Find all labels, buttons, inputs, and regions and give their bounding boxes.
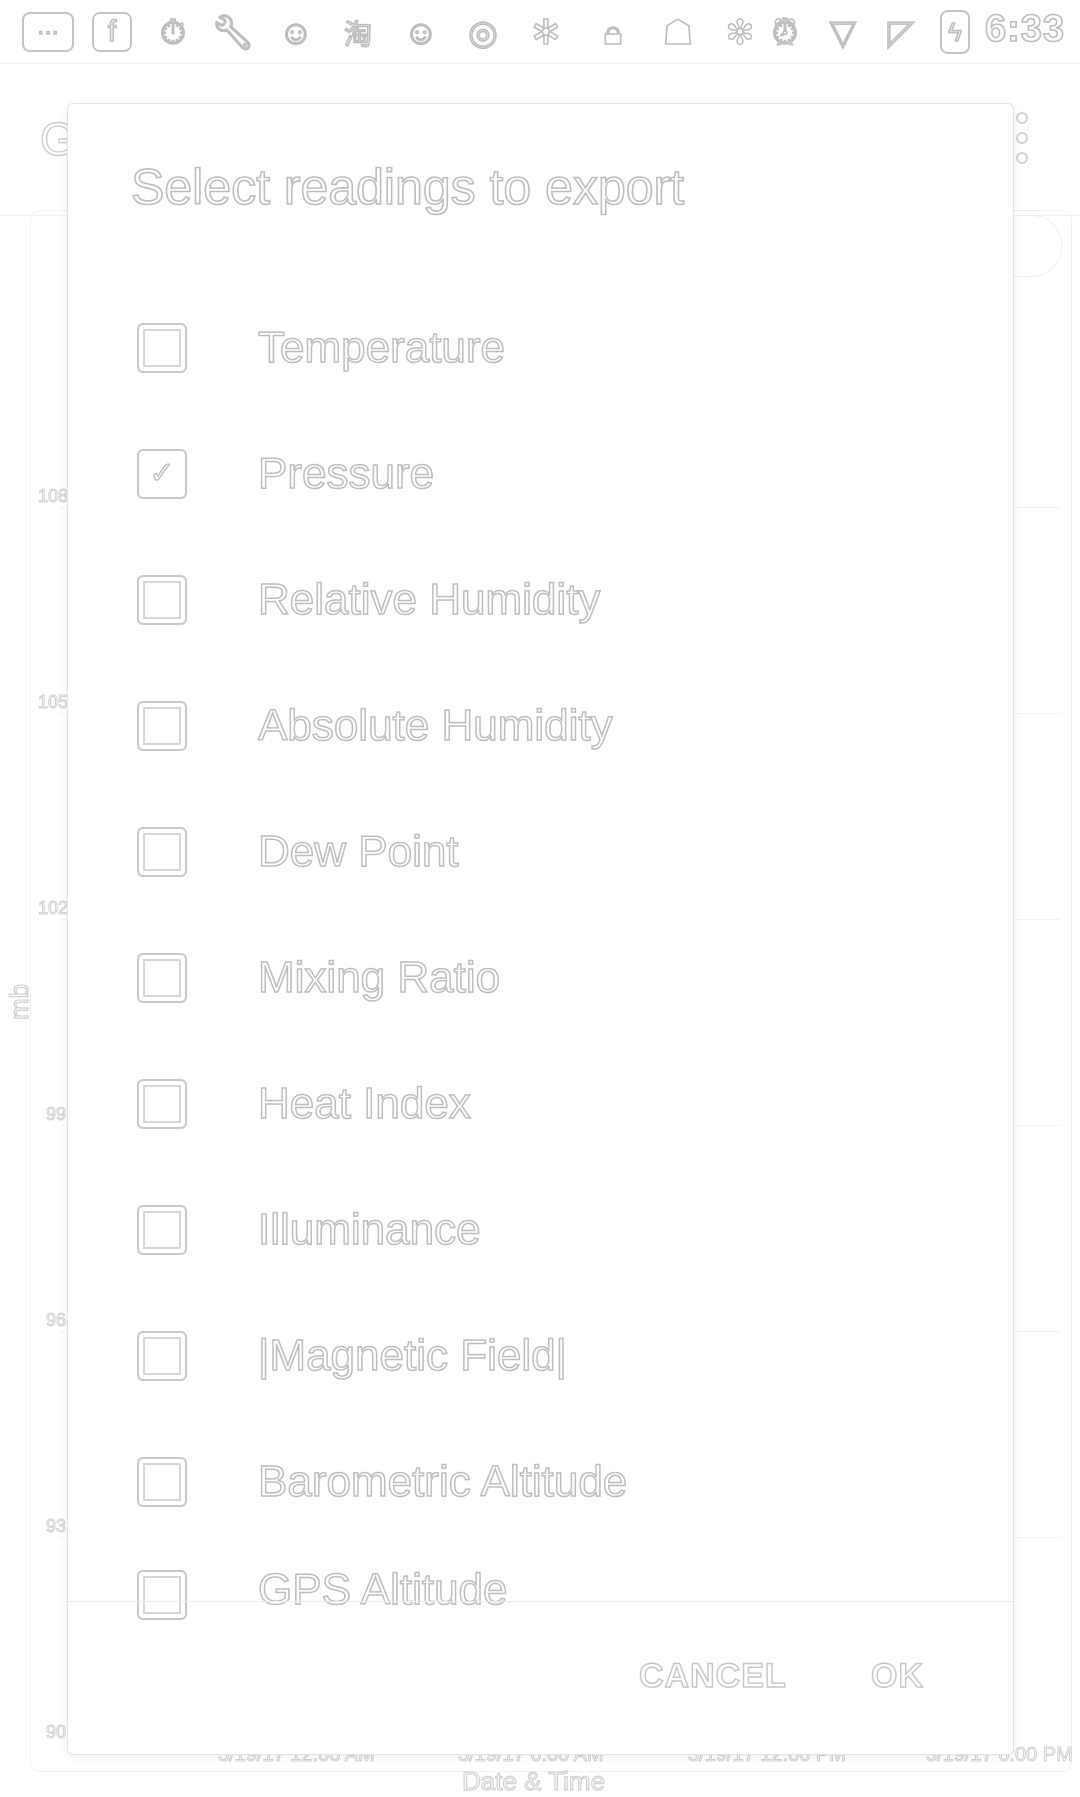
x-axis-label: Date & Time <box>461 1765 606 1796</box>
option-heat-index[interactable]: Heat Index <box>68 1041 1013 1167</box>
option-barometric-altitude[interactable]: Barometric Altitude <box>68 1419 1013 1545</box>
checkbox[interactable] <box>137 1570 187 1620</box>
export-readings-dialog: Select readings to export Temperature ✓ … <box>67 103 1014 1755</box>
taobao-icon: 淘 <box>343 18 373 51</box>
wrench-icon: 🔧︎ <box>211 13 256 53</box>
bluetooth-icon: ✻ <box>725 13 755 53</box>
checkbox[interactable] <box>137 1457 187 1507</box>
no-sim-icon: ◸ <box>887 13 915 53</box>
checkbox[interactable] <box>137 827 187 877</box>
option-label: Mixing Ratio <box>257 952 501 1003</box>
option-label: |Magnetic Field| <box>257 1330 568 1381</box>
option-illuminance[interactable]: Illuminance <box>68 1167 1013 1293</box>
stopwatch-icon: ⏱ <box>159 13 187 53</box>
option-label: Illuminance <box>257 1204 481 1255</box>
option-temperature[interactable]: Temperature <box>68 285 1013 411</box>
more-bubble-icon: ··· <box>22 12 74 52</box>
option-magnetic-field[interactable]: |Magnetic Field| <box>68 1293 1013 1419</box>
checkbox-checked[interactable]: ✓ <box>137 449 187 499</box>
lock-icon: 🔒︎ <box>603 13 623 53</box>
checkbox[interactable] <box>137 1205 187 1255</box>
y-tick-label: 102 <box>37 898 69 919</box>
battery-charging-icon: ϟ <box>940 10 970 54</box>
ok-button[interactable]: OK <box>870 1656 924 1696</box>
facebook-icon: f <box>92 12 132 52</box>
option-label: Heat Index <box>257 1078 471 1129</box>
y-tick-label: 99 <box>45 1104 67 1125</box>
option-mixing-ratio[interactable]: Mixing Ratio <box>68 915 1013 1041</box>
checkbox[interactable] <box>137 701 187 751</box>
smiley-icon: ☺ <box>278 13 314 53</box>
y-tick-label: 105 <box>37 692 69 713</box>
option-label: Temperature <box>257 322 506 373</box>
option-pressure[interactable]: ✓ Pressure <box>68 411 1013 537</box>
option-label: Dew Point <box>257 826 459 877</box>
checkbox[interactable] <box>137 323 187 373</box>
y-tick-label: 93 <box>45 1516 67 1537</box>
wifi-icon: ▽ <box>829 13 857 53</box>
smiley-icon: ☺ <box>403 13 439 53</box>
checkbox[interactable] <box>137 1079 187 1129</box>
y-axis-label: mb <box>3 983 34 1020</box>
option-label: Pressure <box>257 448 435 499</box>
option-dew-point[interactable]: Dew Point <box>68 789 1013 915</box>
android-icon: ☗ <box>662 13 694 53</box>
status-time: 6:33 <box>984 7 1066 51</box>
option-label: Absolute Humidity <box>257 700 613 751</box>
checkbox[interactable] <box>137 1331 187 1381</box>
checkbox[interactable] <box>137 953 187 1003</box>
option-absolute-humidity[interactable]: Absolute Humidity <box>68 663 1013 789</box>
dialog-title: Select readings to export <box>130 158 685 216</box>
option-label: Barometric Altitude <box>257 1456 628 1507</box>
dialog-divider <box>68 1601 1013 1602</box>
puzzle-icon: ✲ <box>531 13 561 53</box>
alarm-icon: ⏰︎ <box>771 13 799 53</box>
option-relative-humidity[interactable]: Relative Humidity <box>68 537 1013 663</box>
y-tick-label: 90 <box>45 1722 67 1743</box>
y-tick-label: 108 <box>37 486 69 507</box>
checkmark-icon: ✓ <box>149 457 176 490</box>
circle-app-icon: ◎ <box>467 13 498 53</box>
checkbox[interactable] <box>137 575 187 625</box>
option-label: Relative Humidity <box>257 574 601 625</box>
y-tick-label: 96 <box>45 1310 67 1331</box>
option-gps-altitude[interactable]: GPS Altitude <box>68 1545 1013 1645</box>
cancel-button[interactable]: CANCEL <box>638 1656 787 1696</box>
status-bar: ··· f ⏱ 🔧︎ ☺ 淘 ☺ ◎ ✲ 🔒︎ ☗ ✻ ⏰︎ ▽ ◸ ϟ 6:3… <box>0 0 1080 64</box>
option-label: GPS Altitude <box>257 1564 508 1615</box>
